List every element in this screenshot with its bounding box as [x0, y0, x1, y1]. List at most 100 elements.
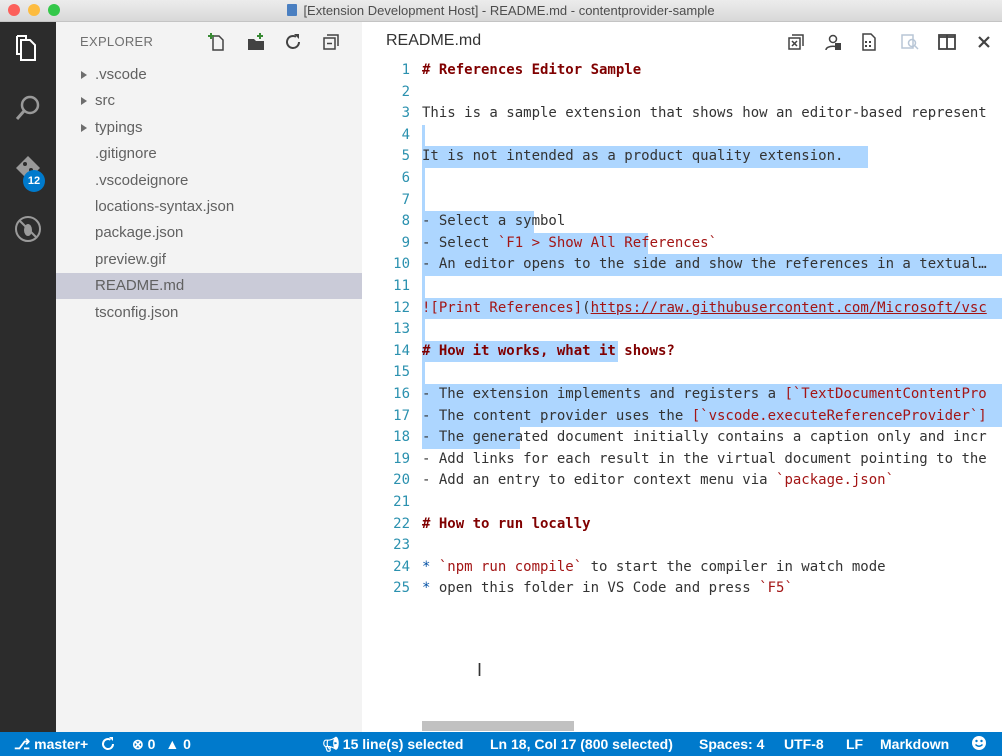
code-line: 3 This is a sample extension that shows h…: [362, 103, 1002, 125]
language-status[interactable]: Markdown: [880, 736, 949, 752]
tree-file[interactable]: package.json: [56, 220, 362, 246]
tree-file[interactable]: tsconfig.json: [56, 300, 362, 326]
tree-item-label: preview.gif: [95, 250, 166, 268]
editor-tab-title[interactable]: README.md: [386, 32, 481, 50]
code-line: 6: [362, 168, 1002, 190]
encoding-status[interactable]: UTF-8: [784, 736, 824, 752]
megaphone-icon: 📢︎: [322, 736, 340, 752]
code-line: 9 - Select `F1 > Show All References`: [362, 232, 1002, 255]
branch-status[interactable]: ⎇ master+: [14, 736, 88, 753]
code-token: - Add links for each result in the virtu…: [422, 450, 987, 467]
code-text: * open this folder in VS Code and press …: [422, 578, 793, 600]
code-line: 19 - Add links for each result in the vir…: [362, 449, 1002, 471]
line-number: 10: [393, 256, 410, 273]
line-number: 3: [401, 105, 410, 122]
chevron-right-icon[interactable]: [81, 123, 87, 132]
code-token: - The content provider uses the: [422, 407, 692, 424]
code-token: [`TextDocumentContentPro: [784, 386, 987, 402]
code-line: 5 It is not intended as a product quality…: [362, 146, 1002, 168]
git-badge: 12: [23, 170, 45, 192]
code-line: 12 ![Print References](https://raw.github…: [362, 297, 1002, 320]
tree-file[interactable]: preview.gif: [56, 247, 362, 273]
tree-item-label: tsconfig.json: [95, 303, 179, 321]
line-number: 25: [393, 580, 410, 597]
selection-highlight: [422, 362, 425, 384]
find-icon[interactable]: [899, 31, 921, 53]
window-title-text: [Extension Development Host] - README.md…: [303, 3, 715, 18]
code-token: [`vscode.executeReferenceProvider`]: [691, 407, 987, 424]
line-number: 8: [401, 213, 410, 230]
refresh-icon[interactable]: [282, 31, 304, 53]
code-text: - Add an entry to editor context menu vi…: [422, 470, 894, 492]
problems-status[interactable]: ⊗ 0 ▲ 0: [132, 736, 191, 753]
line-number: 4: [401, 126, 410, 143]
code-line: 10 - An editor opens to the side and show…: [362, 254, 1002, 276]
indentation-status[interactable]: Spaces: 4: [699, 736, 764, 752]
close-others-icon[interactable]: [785, 31, 807, 53]
warning-count: 0: [183, 736, 191, 752]
eol-status[interactable]: LF: [846, 736, 863, 752]
code-token: *: [422, 580, 439, 597]
code-token: `F1 > Show All References`: [497, 234, 718, 251]
code-token: `package.json`: [776, 472, 895, 489]
new-file-icon[interactable]: [206, 31, 228, 53]
text-cursor-icon: I: [477, 660, 483, 680]
files-icon[interactable]: [0, 24, 56, 72]
code-token: - An editor opens to the side and show t…: [422, 256, 987, 273]
preview-icon[interactable]: [858, 31, 880, 53]
debug-icon[interactable]: [0, 205, 56, 253]
code-line: 14 # How it works, what it shows?: [362, 340, 1002, 363]
title-bar: [Extension Development Host] - README.md…: [0, 0, 1002, 22]
code-text: # How it works, what it shows?: [422, 341, 675, 363]
chevron-right-icon[interactable]: [81, 71, 87, 79]
open-changes-icon[interactable]: [822, 31, 844, 53]
search-icon[interactable]: [0, 84, 56, 132]
code-line: 21: [362, 492, 1002, 514]
branch-name: master+: [34, 736, 89, 752]
new-folder-icon[interactable]: [245, 31, 267, 53]
selection-status[interactable]: 📢︎ 15 line(s) selected: [322, 736, 463, 753]
tree-file[interactable]: .vscodeignore: [56, 168, 362, 194]
cursor-position[interactable]: Ln 18, Col 17 (800 selected): [490, 736, 673, 752]
tree-file[interactable]: .gitignore: [56, 141, 362, 167]
code-text: * `npm run compile` to start the compile…: [422, 557, 886, 579]
activity-bar: 12: [0, 22, 56, 732]
code-text: - The content provider uses the [`vscode…: [422, 406, 987, 428]
code-text: ![Print References](https://raw.githubus…: [422, 298, 987, 320]
code-text: - Select `F1 > Show All References`: [422, 233, 717, 255]
line-number: 18: [393, 429, 410, 446]
code-line: 25 * open this folder in VS Code and pres…: [362, 578, 1002, 600]
code-line: 22 # How to run locally: [362, 514, 1002, 536]
tree-folder[interactable]: typings: [56, 115, 362, 141]
code-text: - The generated document initially conta…: [422, 427, 987, 449]
chevron-right-icon[interactable]: [81, 97, 87, 106]
code-line: 13: [362, 319, 1002, 341]
line-number: 15: [393, 364, 410, 381]
tree-file[interactable]: README.md: [56, 273, 362, 300]
code-token: - The generated document initially conta…: [422, 429, 987, 446]
editor: README.md 1 # References Editor Sample 2 3 T…: [362, 22, 1002, 732]
split-editor-icon[interactable]: [936, 31, 958, 53]
tree-item-label: .gitignore: [95, 145, 157, 163]
sync-icon[interactable]: [101, 736, 115, 752]
code-token: # How it works, what it shows?: [422, 342, 675, 359]
status-bar: ⎇ master+ ⊗ 0 ▲ 0 📢︎ 15 line(s) selected L…: [0, 732, 1002, 756]
code-token: - Select: [422, 234, 498, 251]
tree-file[interactable]: locations-syntax.json: [56, 194, 362, 220]
code-line: 24 * `npm run compile` to start the compi…: [362, 557, 1002, 579]
close-icon[interactable]: [973, 31, 995, 53]
feedback-smiley-icon[interactable]: [971, 735, 987, 754]
horizontal-scrollbar[interactable]: [422, 721, 574, 731]
line-number: 5: [401, 148, 410, 165]
code-token: It is not intended as a product quality …: [422, 148, 844, 165]
tree-item-label: typings: [95, 118, 143, 136]
tree-item-label: README.md: [95, 277, 185, 295]
tree-folder[interactable]: .vscode: [56, 62, 362, 88]
tree-folder[interactable]: src: [56, 88, 362, 114]
line-number: 19: [393, 450, 410, 467]
line-number: 2: [401, 83, 410, 100]
collapse-all-icon[interactable]: [320, 31, 342, 53]
code-token: `npm run compile`: [438, 558, 583, 575]
selection-highlight: [422, 276, 425, 298]
selection-text: 15 line(s) selected: [342, 736, 464, 752]
